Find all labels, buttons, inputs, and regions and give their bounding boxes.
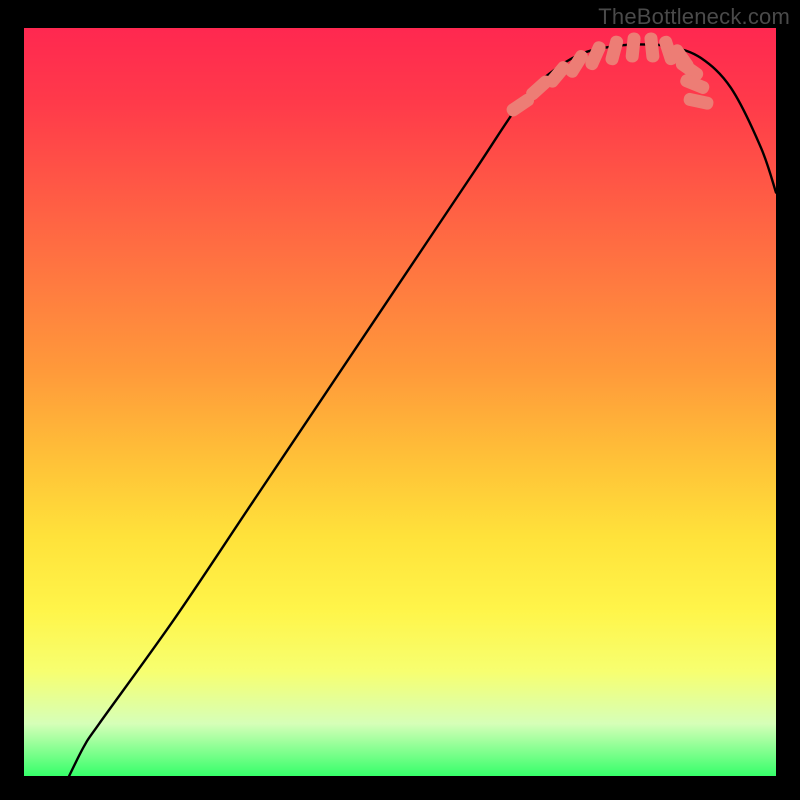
chart-frame: TheBottleneck.com <box>0 0 800 800</box>
marker-group <box>504 32 714 119</box>
bottleneck-curve <box>69 44 776 776</box>
optimum-marker <box>644 32 660 63</box>
chart-svg <box>24 28 776 776</box>
watermark-text: TheBottleneck.com <box>598 4 790 30</box>
plot-area <box>24 28 776 776</box>
optimum-marker <box>625 32 641 63</box>
optimum-marker <box>604 34 624 66</box>
optimum-marker <box>683 92 715 111</box>
